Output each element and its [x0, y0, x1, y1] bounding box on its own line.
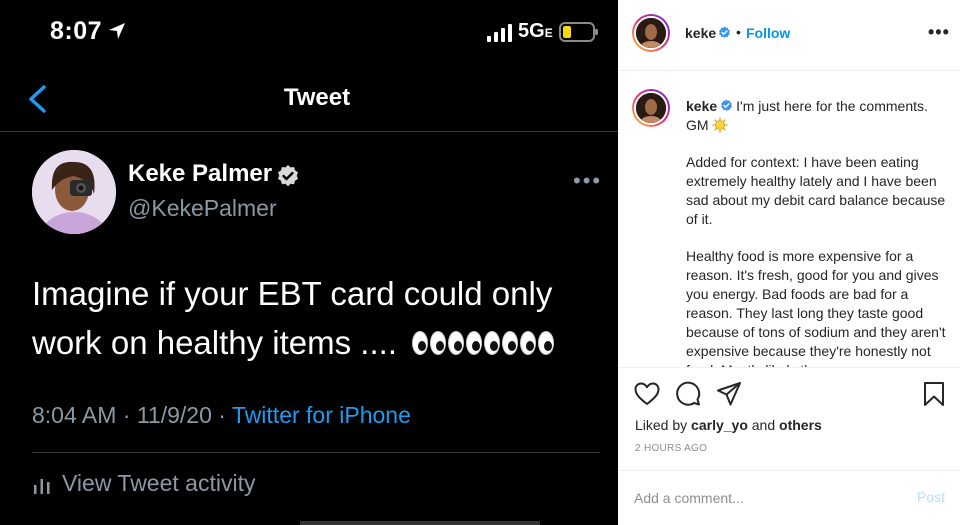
post-header: keke • Follow ••• [618, 0, 960, 71]
likes-summary: Liked by carly_yo and others [635, 417, 822, 433]
more-options-icon[interactable]: ••• [928, 22, 950, 43]
poster-username[interactable]: keke [685, 25, 716, 41]
tweet-nav-bar: Tweet [0, 66, 618, 132]
poster-avatar[interactable] [632, 14, 670, 52]
separator-dot: • [736, 24, 741, 40]
phone-status-bar: 8:07 5GE [0, 0, 618, 66]
tweet-time: 8:04 AM [32, 402, 117, 428]
comment-input[interactable] [634, 487, 894, 509]
avatar-image [32, 150, 116, 234]
caption-first-line: keke I'm just here for the comments. GM [686, 97, 948, 135]
instagram-post-panel: keke • Follow ••• keke I'm just here for … [618, 0, 960, 525]
heart-icon[interactable] [634, 381, 660, 407]
tweet-source-link[interactable]: Twitter for iPhone [232, 402, 411, 428]
liked-by-user-link[interactable]: carly_yo [691, 417, 748, 433]
comment-bar: Post [618, 470, 960, 525]
sun-emoji-icon [712, 117, 728, 133]
author-handle[interactable]: @KekePalmer [128, 195, 277, 222]
share-icon[interactable] [716, 381, 742, 407]
eyes-emoji-icon [412, 321, 556, 370]
avatar-image [636, 18, 666, 48]
divider [300, 521, 540, 525]
caption-area[interactable]: keke I'm just here for the comments. GM A… [618, 72, 960, 367]
tweet-date: 11/9/20 [136, 402, 212, 428]
post-actions-bar [618, 367, 960, 417]
caption-paragraph: Healthy food is more expensive for a rea… [686, 248, 946, 367]
network-type: 5GE [518, 20, 553, 42]
liked-by-others-link[interactable]: others [779, 417, 822, 433]
post-caption: keke I'm just here for the comments. GM A… [686, 97, 948, 367]
verified-badge-icon [719, 26, 730, 39]
page-title: Tweet [283, 84, 351, 111]
tweet-meta: 8:04 AM · 11/9/20 · Twitter for iPhone [32, 402, 411, 428]
tweet-body: Imagine if your EBT card could only work… [32, 269, 592, 370]
view-tweet-activity-label: View Tweet activity [62, 470, 256, 496]
battery-icon [559, 22, 598, 42]
author-avatar[interactable] [32, 150, 116, 234]
caption-username[interactable]: keke [686, 98, 717, 114]
status-time: 8:07 [50, 17, 103, 45]
caption-avatar[interactable] [632, 89, 670, 127]
tweet-screenshot: 8:07 5GE Tweet Keke Palmer @KekePalmer •… [0, 0, 618, 525]
comment-icon[interactable] [675, 381, 701, 407]
follow-button[interactable]: Follow [746, 25, 790, 41]
more-options-icon[interactable]: ••• [573, 168, 602, 194]
location-arrow-icon [109, 23, 125, 39]
verified-badge-icon [278, 165, 298, 187]
view-tweet-activity-button[interactable]: View Tweet activity [32, 470, 255, 497]
author-display-name[interactable]: Keke Palmer [128, 160, 272, 188]
bar-chart-icon [34, 478, 50, 494]
post-timestamp[interactable]: 2 HOURS AGO [635, 443, 707, 454]
caption-paragraph: Added for context: I have been eating ex… [686, 154, 946, 227]
divider [32, 452, 600, 453]
verified-badge-icon [721, 99, 733, 112]
cellular-signal-icon [487, 24, 512, 42]
bookmark-icon[interactable] [921, 381, 947, 407]
post-comment-button[interactable]: Post [917, 489, 945, 505]
avatar-image [636, 93, 666, 123]
